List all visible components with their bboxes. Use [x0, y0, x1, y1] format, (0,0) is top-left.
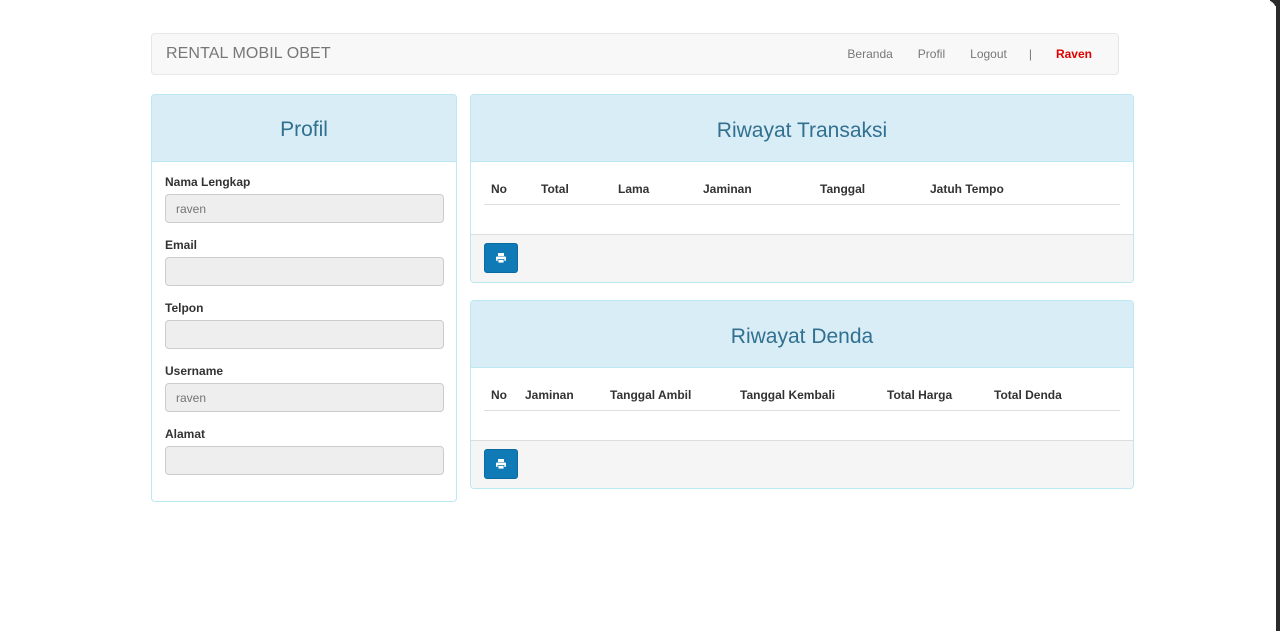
col-jaminan: Jaminan	[703, 174, 820, 205]
profile-form: Nama Lengkap Email Telpon Username Alama…	[152, 162, 456, 475]
col-total-harga: Total Harga	[887, 380, 994, 411]
alamat-label: Alamat	[165, 427, 206, 441]
table-header-row: No Jaminan Tanggal Ambil Tanggal Kembali…	[484, 380, 1120, 411]
username-label: Username	[165, 364, 224, 378]
nav-link-beranda[interactable]: Beranda	[847, 47, 892, 61]
riwayat-denda-panel: Riwayat Denda No Jaminan Tanggal Ambil T…	[470, 300, 1134, 489]
email-field[interactable]	[165, 257, 444, 286]
print-transaksi-button[interactable]	[484, 243, 518, 273]
profile-panel-title: Profil	[152, 95, 456, 162]
col-lama: Lama	[618, 174, 703, 205]
col-tanggal-kembali: Tanggal Kembali	[740, 380, 887, 411]
nav-link-profil[interactable]: Profil	[918, 47, 945, 61]
col-jaminan: Jaminan	[525, 380, 610, 411]
riwayat-transaksi-panel: Riwayat Transaksi No Total Lama Jaminan …	[470, 94, 1134, 283]
riwayat-transaksi-title: Riwayat Transaksi	[471, 95, 1133, 162]
col-no: No	[484, 174, 541, 205]
col-tanggal-ambil: Tanggal Ambil	[610, 380, 740, 411]
navbar: RENTAL MOBIL OBET Beranda Profil Logout …	[151, 33, 1119, 75]
col-jatuh-tempo: Jatuh Tempo	[930, 174, 1120, 205]
transaksi-table: No Total Lama Jaminan Tanggal Jatuh Temp…	[484, 174, 1120, 205]
brand-title[interactable]: RENTAL MOBIL OBET	[166, 45, 331, 63]
print-icon	[496, 253, 506, 264]
print-denda-button[interactable]	[484, 449, 518, 479]
print-icon	[496, 459, 506, 470]
denda-panel-footer	[471, 440, 1133, 488]
nav-separator: |	[1028, 47, 1032, 61]
telpon-label: Telpon	[165, 301, 204, 315]
nama-lengkap-label: Nama Lengkap	[165, 175, 251, 189]
telpon-field[interactable]	[165, 320, 444, 349]
col-total-denda: Total Denda	[994, 380, 1120, 411]
window-edge	[1276, 0, 1280, 631]
alamat-field[interactable]	[165, 446, 444, 475]
denda-table: No Jaminan Tanggal Ambil Tanggal Kembali…	[484, 380, 1120, 411]
transaksi-table-wrapper: No Total Lama Jaminan Tanggal Jatuh Temp…	[484, 174, 1120, 205]
transaksi-panel-footer	[471, 234, 1133, 282]
nav-link-logout[interactable]: Logout	[970, 47, 1007, 61]
riwayat-denda-title: Riwayat Denda	[471, 301, 1133, 368]
username-field[interactable]	[165, 383, 444, 412]
profile-panel: Profil Nama Lengkap Email Telpon Usernam…	[151, 94, 457, 502]
col-no: No	[484, 380, 525, 411]
nav-menu: Beranda Profil Logout | Raven	[847, 34, 1118, 74]
col-tanggal: Tanggal	[820, 174, 930, 205]
col-total: Total	[541, 174, 618, 205]
current-user: Raven	[1055, 47, 1092, 61]
email-label: Email	[165, 238, 198, 252]
nama-lengkap-field[interactable]	[165, 194, 444, 223]
table-header-row: No Total Lama Jaminan Tanggal Jatuh Temp…	[484, 174, 1120, 205]
denda-table-wrapper: No Jaminan Tanggal Ambil Tanggal Kembali…	[484, 380, 1120, 411]
